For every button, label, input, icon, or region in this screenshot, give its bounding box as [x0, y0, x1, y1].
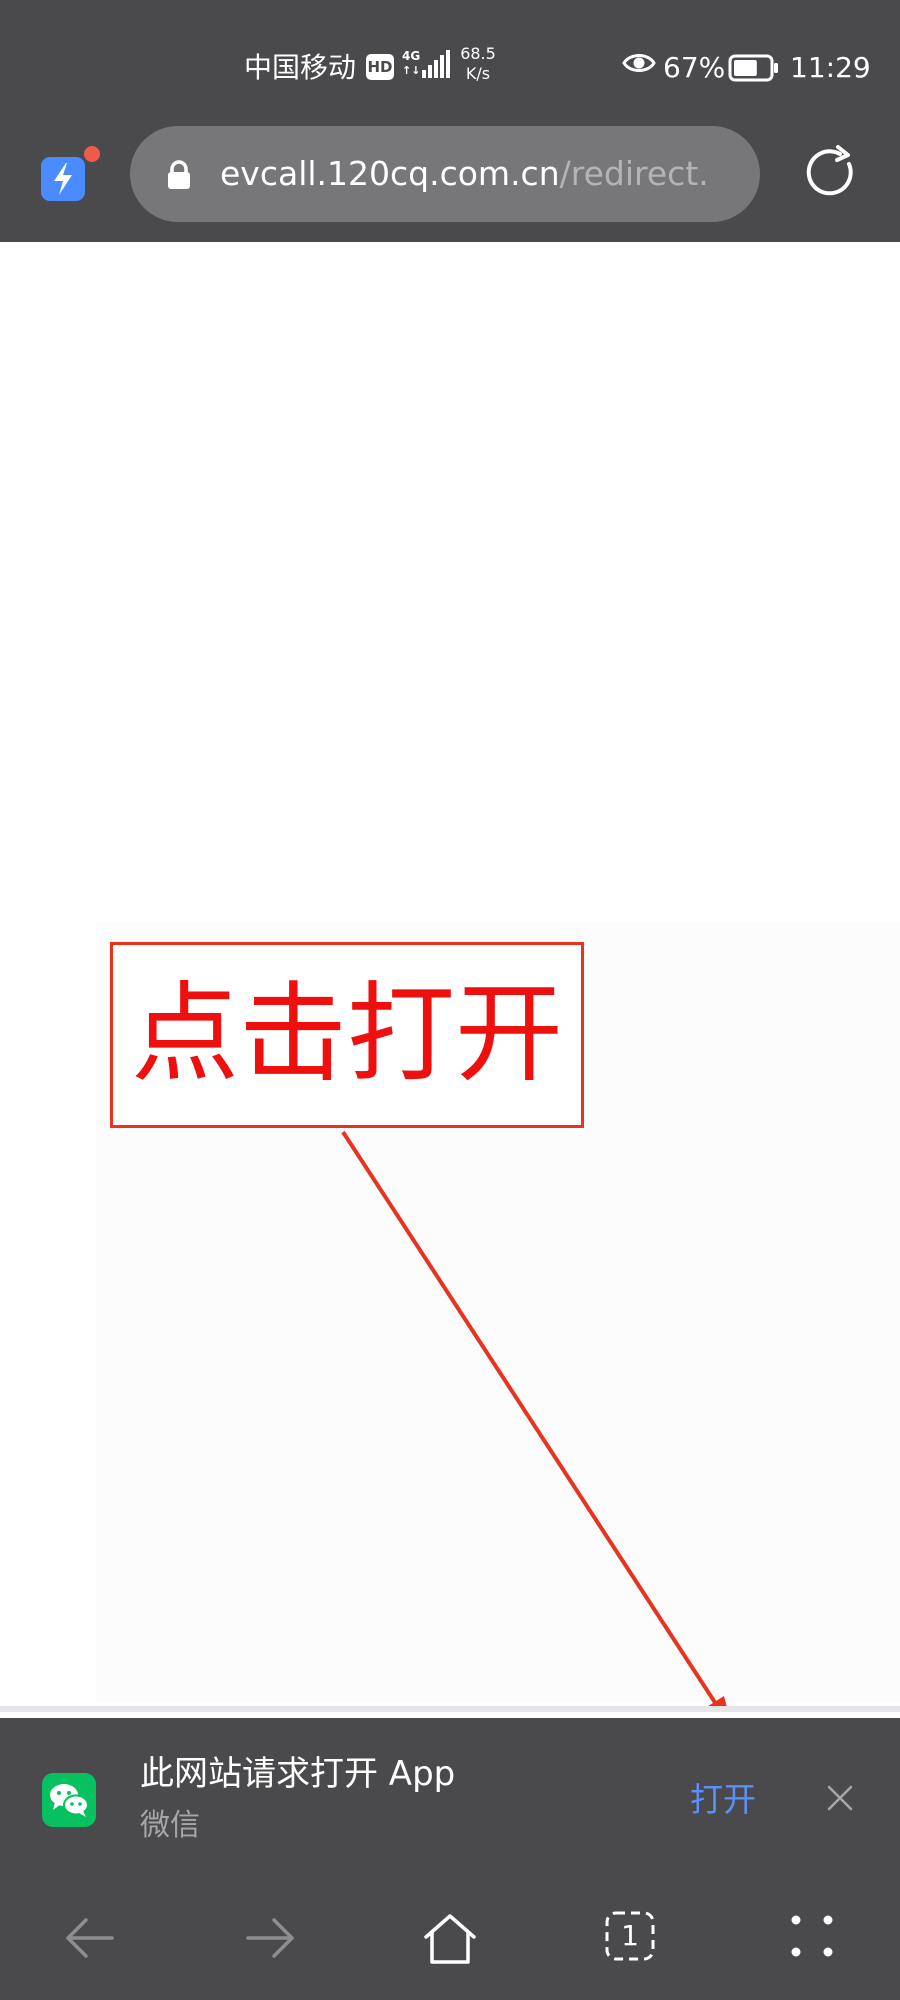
- annotation-callout: 点击打开: [110, 942, 584, 1128]
- carrier-name: 中国移动: [244, 51, 357, 84]
- clock: 11:29: [790, 51, 871, 84]
- back-icon[interactable]: [62, 1910, 118, 1970]
- page-divider: [0, 1706, 900, 1712]
- url-text: evcall.120cq.com.cn/redirect.: [220, 152, 709, 196]
- annotation-text: 点击打开: [130, 972, 563, 1097]
- url-field[interactable]: evcall.120cq.com.cn/redirect.: [130, 126, 760, 222]
- hd-badge: HD: [366, 54, 394, 80]
- close-icon[interactable]: [826, 1784, 854, 1816]
- banner-title: 此网站请求打开 App: [140, 1754, 456, 1794]
- open-app-banner: 此网站请求打开 App 微信 打开: [0, 1718, 900, 1888]
- bottom-navigation-bar: 1: [0, 1882, 900, 2000]
- tabs-icon[interactable]: 1: [604, 1910, 656, 1962]
- status-bar: 中国移动 HD 4G ↑↓ 68.5 K/s 67% 11:29: [0, 0, 900, 120]
- network-speed-value: 68.5: [460, 44, 496, 63]
- battery-percent: 67%: [663, 51, 726, 84]
- eye-comfort-icon: [622, 50, 656, 80]
- wechat-app-icon: [42, 1773, 96, 1831]
- signal-icon: 4G ↑↓: [402, 48, 450, 84]
- battery-icon: [728, 54, 780, 86]
- network-type: 4G: [402, 49, 421, 63]
- network-speed: 68.5 K/s: [456, 44, 500, 84]
- banner-app-name: 微信: [140, 1808, 200, 1843]
- home-icon[interactable]: [420, 1910, 480, 1970]
- tab-count: 1: [621, 1919, 639, 1952]
- url-path: /redirect.: [559, 154, 709, 193]
- web-page-content: 点击打开: [0, 242, 900, 1712]
- more-icon[interactable]: [786, 1910, 838, 1966]
- reload-icon[interactable]: [800, 142, 860, 206]
- url-host: evcall.120cq.com.cn: [220, 154, 560, 193]
- browser-logo-icon[interactable]: [38, 144, 100, 210]
- forward-icon[interactable]: [242, 1910, 298, 1970]
- lock-icon: [166, 160, 192, 194]
- network-activity-arrows: ↑↓: [402, 64, 421, 77]
- open-app-button[interactable]: 打开: [690, 1778, 756, 1822]
- browser-address-bar: evcall.120cq.com.cn/redirect.: [0, 120, 900, 242]
- network-speed-unit: K/s: [465, 64, 491, 83]
